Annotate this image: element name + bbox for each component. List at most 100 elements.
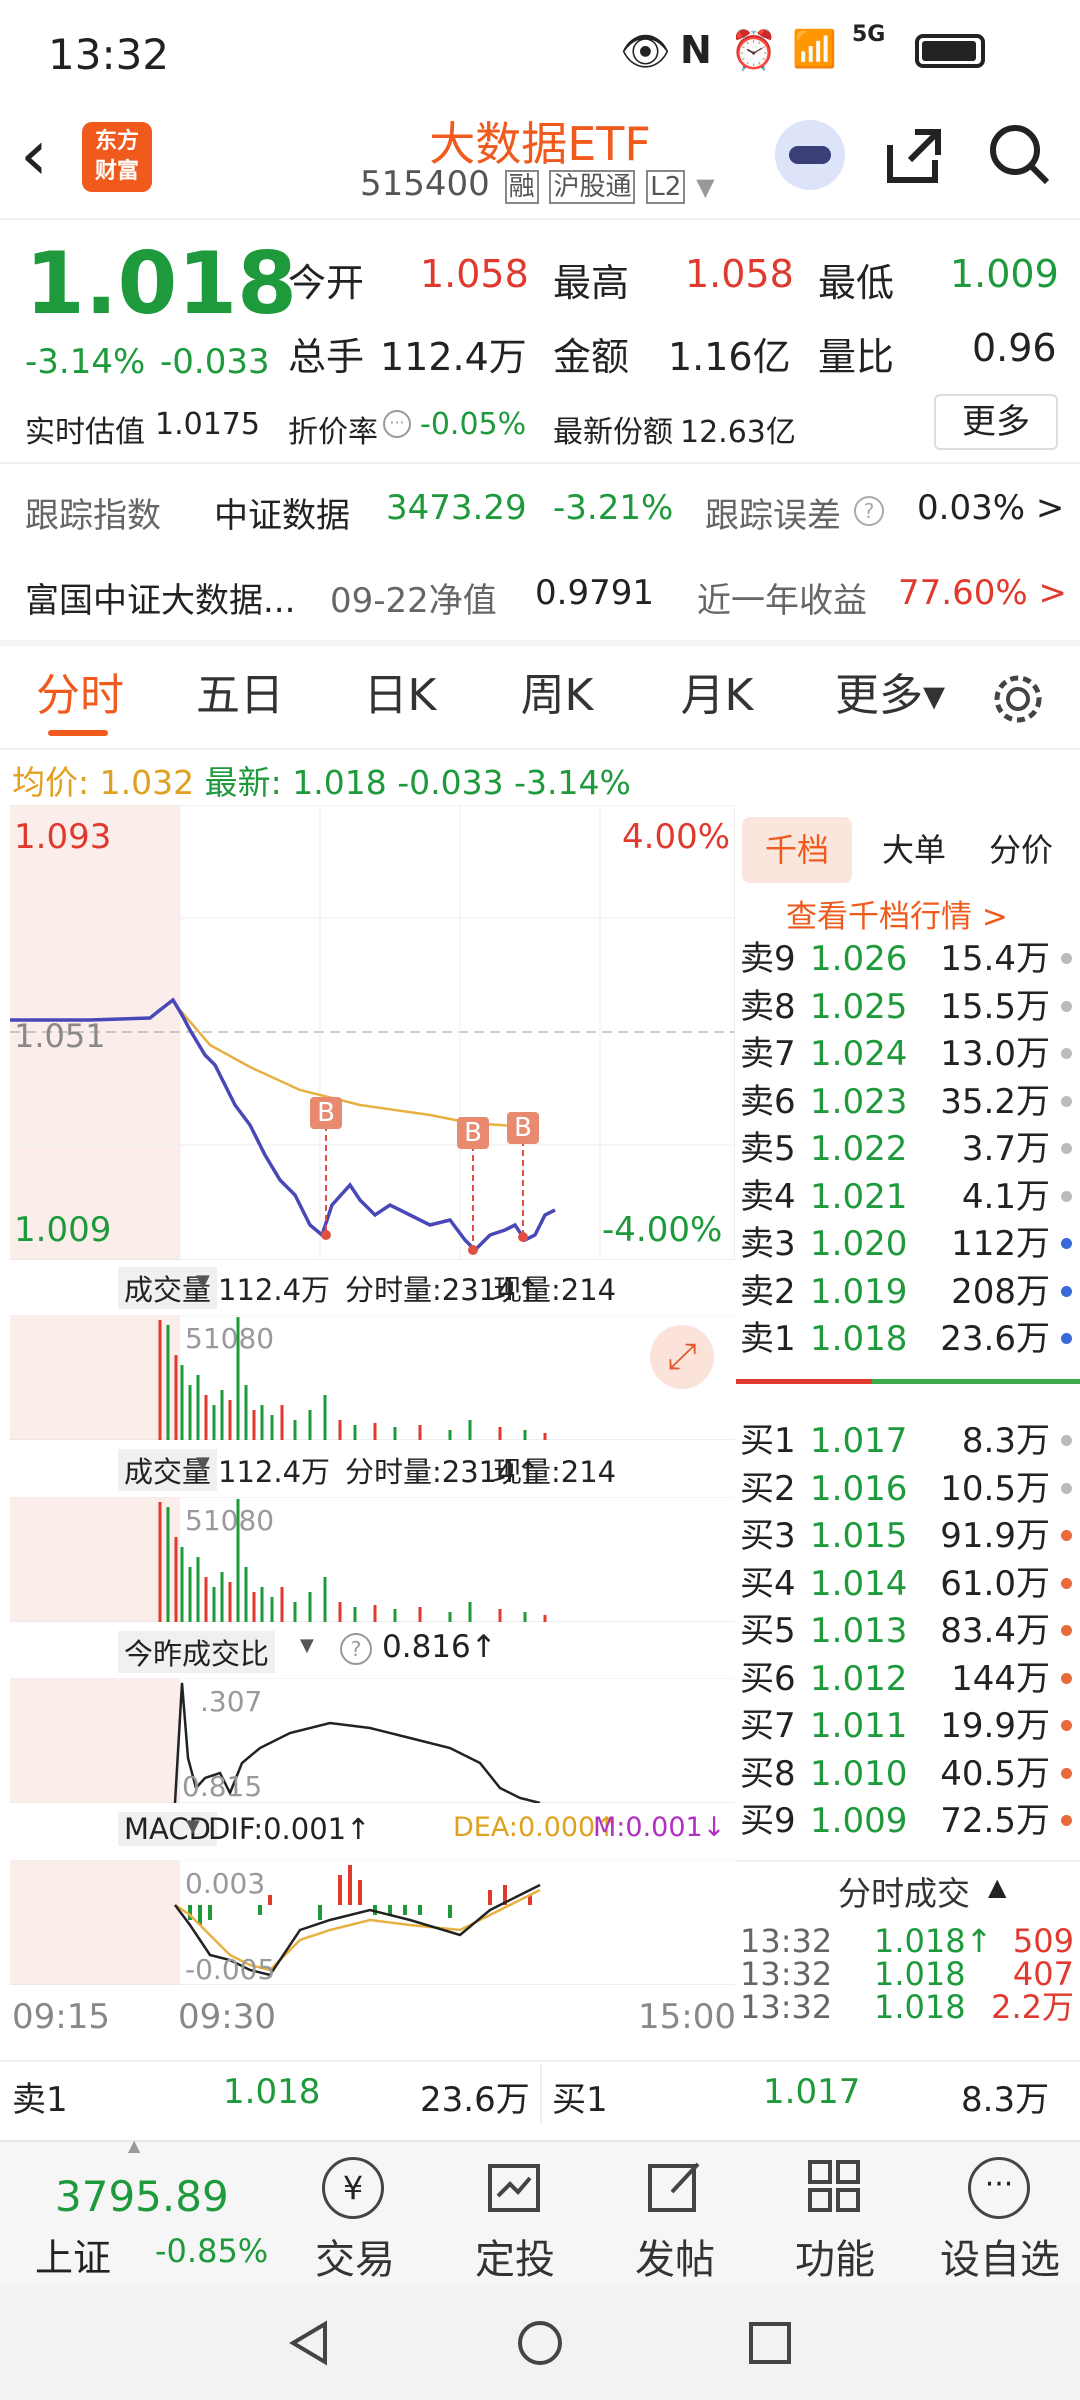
- level-volume: 19.9万: [940, 1706, 1050, 1746]
- nav-back-icon[interactable]: [285, 2318, 335, 2368]
- post-button[interactable]: 发帖: [620, 2142, 730, 2287]
- ask-row[interactable]: 卖2 1.019 208万: [736, 1268, 1080, 1316]
- tab-weekly-k[interactable]: 周K: [497, 646, 617, 746]
- fund-row[interactable]: 富国中证大数据... 09-22净值 0.9791 近一年收益 77.60% >: [0, 565, 1080, 625]
- level-price: 1.026: [810, 939, 908, 979]
- chevron-down-icon[interactable]: ▼: [196, 1271, 210, 1292]
- volume-header: 成交量 ▼ 112.4万 分时量:2314↑ 现量:214: [10, 1263, 735, 1313]
- bid-row[interactable]: 买6 1.012 144万: [736, 1655, 1080, 1703]
- ask-row[interactable]: 卖3 1.020 112万: [736, 1220, 1080, 1268]
- index-pct[interactable]: -0.85%: [155, 2232, 268, 2270]
- functions-button[interactable]: 功能: [780, 2142, 890, 2287]
- ask-row[interactable]: 卖9 1.026 15.4万: [736, 935, 1080, 983]
- buy-marker[interactable]: B: [310, 1097, 342, 1129]
- level-price: 1.020: [810, 1224, 908, 1264]
- index-name[interactable]: 上证: [35, 2227, 111, 2282]
- more-button[interactable]: 更多: [934, 394, 1058, 450]
- status-dot: [1061, 1577, 1072, 1589]
- depth-link[interactable]: 查看千档行情 >: [786, 891, 1008, 936]
- tab-price-dist[interactable]: 分价: [971, 817, 1071, 883]
- macd-header: MACD ▼ DIF:0.001↑ DEA:0.000↑ M:0.001↓: [10, 1808, 735, 1858]
- tab-underline: [48, 730, 108, 736]
- bid-row[interactable]: 买3 1.015 91.9万: [736, 1512, 1080, 1560]
- help-icon[interactable]: ?: [854, 496, 884, 526]
- y-axis-top: 1.093: [14, 817, 112, 857]
- trades-title[interactable]: 分时成交: [838, 1867, 970, 1915]
- status-dot: [1061, 1333, 1072, 1344]
- ratio-value: 0.816↑: [382, 1629, 497, 1665]
- ask-row[interactable]: 卖8 1.025 15.5万: [736, 983, 1080, 1031]
- ratio-top: .307: [200, 1685, 263, 1718]
- tab-depth[interactable]: 千档: [742, 817, 852, 883]
- invest-plan-button[interactable]: 定投: [460, 2142, 570, 2287]
- chevron-up-icon[interactable]: ▲: [988, 1873, 1006, 1901]
- level-label: 买9: [740, 1801, 796, 1841]
- bid-row[interactable]: 买5 1.013 83.4万: [736, 1607, 1080, 1655]
- volume-chart: [10, 1497, 735, 1622]
- low-value: 1.009: [950, 252, 1059, 296]
- trade-button[interactable]: ¥ 交易: [300, 2142, 410, 2287]
- chevron-down-icon[interactable]: ▼: [696, 173, 714, 201]
- chevron-down-icon[interactable]: ▼: [186, 1816, 200, 1837]
- bid-ask-bar-buy: [872, 1379, 1080, 1384]
- index-value[interactable]: 3795.89: [55, 2172, 229, 2221]
- bid-row[interactable]: 买9 1.009 72.5万: [736, 1797, 1080, 1845]
- status-dot: [1061, 1143, 1072, 1154]
- bid-row[interactable]: 买4 1.014 61.0万: [736, 1560, 1080, 1608]
- gear-icon[interactable]: [990, 671, 1046, 727]
- status-dot: [1061, 1238, 1072, 1249]
- return-value: 77.60% >: [898, 573, 1067, 613]
- buy-marker[interactable]: B: [507, 1112, 539, 1144]
- search-icon[interactable]: [985, 120, 1055, 190]
- tab-big-orders[interactable]: 大单: [864, 817, 964, 883]
- nav-recent-icon[interactable]: [745, 2318, 795, 2368]
- level-price: 1.012: [810, 1658, 908, 1699]
- amount-value: 1.16亿: [668, 335, 791, 379]
- bid-row[interactable]: 买7 1.011 19.9万: [736, 1702, 1080, 1750]
- buy-marker[interactable]: B: [457, 1117, 489, 1149]
- tab-five-day[interactable]: 五日: [180, 646, 300, 746]
- level-volume: 8.3万: [961, 1421, 1050, 1461]
- alarm-icon: ⏰: [730, 28, 778, 72]
- chevron-down-icon[interactable]: ▼: [196, 1453, 210, 1474]
- chevron-up-icon[interactable]: ▲: [128, 2136, 140, 2155]
- bid-row[interactable]: 买8 1.010 40.5万: [736, 1750, 1080, 1798]
- ask-row[interactable]: 卖7 1.024 13.0万: [736, 1030, 1080, 1078]
- macd-selector[interactable]: MACD: [118, 1812, 217, 1846]
- bid-row[interactable]: 买2 1.016 10.5万: [736, 1465, 1080, 1513]
- volume-header: 成交量 ▼ 112.4万 分时量:2314↑ 现量:214: [10, 1445, 735, 1495]
- bid-row[interactable]: 买1 1.017 8.3万: [736, 1417, 1080, 1465]
- tab-more[interactable]: 更多▾: [820, 646, 960, 746]
- ask-row[interactable]: 卖5 1.022 3.7万: [736, 1125, 1080, 1173]
- level-volume: 72.5万: [940, 1801, 1050, 1841]
- open-label: 今开: [288, 261, 365, 305]
- robot-avatar-icon[interactable]: [775, 120, 845, 190]
- yuan-icon: ¥: [322, 2157, 384, 2219]
- level-volume: 15.5万: [940, 986, 1050, 1027]
- low-label: 最低: [818, 261, 895, 305]
- share-icon[interactable]: [880, 120, 950, 190]
- volume-chart: [10, 1315, 735, 1440]
- level-label: 买1: [740, 1421, 796, 1461]
- ask-row[interactable]: 卖4 1.021 4.1万: [736, 1173, 1080, 1221]
- nav-home-icon[interactable]: [515, 2318, 565, 2368]
- tab-monthly-k[interactable]: 月K: [657, 646, 777, 746]
- tracking-row[interactable]: 跟踪指数 中证数据 3473.29 -3.21% 跟踪误差 ? 0.03% >: [0, 480, 1080, 540]
- security-code: 515400 融 沪股通 L2 ▼: [360, 164, 715, 204]
- tab-daily-k[interactable]: 日K: [340, 646, 460, 746]
- status-dot: [1061, 1000, 1072, 1012]
- estimate-value: 1.0175: [155, 407, 260, 442]
- ratio-selector[interactable]: 今昨成交比: [118, 1631, 276, 1673]
- ask-row[interactable]: 卖1 1.018 23.6万: [736, 1315, 1080, 1363]
- expand-icon[interactable]: ⤢: [650, 1325, 714, 1389]
- discount-label: 折价率: [288, 415, 378, 450]
- add-watchlist-button[interactable]: ··· 设自选: [930, 2142, 1070, 2287]
- chevron-down-icon[interactable]: ▼: [300, 1635, 314, 1656]
- help-icon[interactable]: ?: [340, 1633, 372, 1665]
- ask-row[interactable]: 卖6 1.023 35.2万: [736, 1078, 1080, 1126]
- macd-dif: DIF:0.001↑: [208, 1812, 371, 1846]
- info-icon[interactable]: ···: [383, 410, 411, 438]
- level-label: 买8: [740, 1753, 796, 1794]
- volume-max: 51080: [185, 1322, 275, 1355]
- level-price: 1.010: [810, 1753, 908, 1794]
